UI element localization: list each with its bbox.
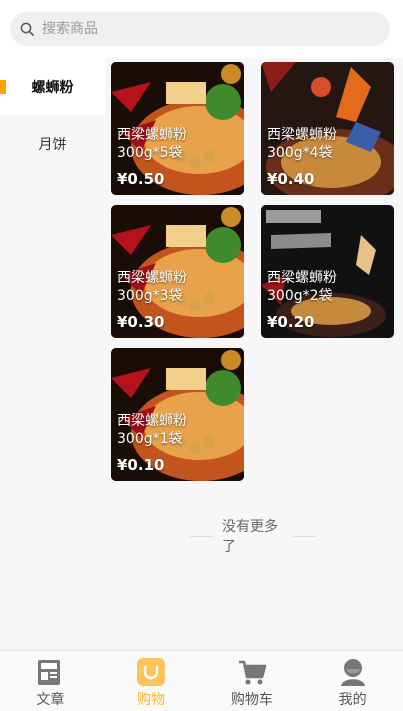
tab-label: 购物车 bbox=[230, 692, 273, 708]
product-title: 西梁螺蛳粉 300g*2袋 bbox=[267, 270, 337, 304]
tab-label: 我的 bbox=[338, 692, 367, 708]
product-title: 西梁螺蛳粉 300g*4袋 bbox=[267, 127, 337, 161]
tab-label: 购物 bbox=[137, 692, 166, 708]
product-price: ¥0.50 bbox=[117, 170, 165, 188]
search-input[interactable] bbox=[40, 20, 364, 38]
product-title: 西梁螺蛳粉 300g*5袋 bbox=[117, 127, 187, 161]
tab-articles[interactable]: 文章 bbox=[0, 651, 101, 711]
tab-bar: 文章 购物 购物车 我的 bbox=[0, 650, 403, 711]
active-indicator bbox=[0, 80, 6, 94]
product-card[interactable]: 西梁螺蛳粉 300g*5袋 ¥0.50 bbox=[111, 62, 244, 195]
sidebar-item-label: 月饼 bbox=[38, 136, 67, 153]
product-title: 西梁螺蛳粉 300g*3袋 bbox=[117, 270, 187, 304]
product-price: ¥0.20 bbox=[267, 313, 315, 331]
product-title: 西梁螺蛳粉 300g*1袋 bbox=[117, 413, 187, 447]
search-icon bbox=[20, 22, 34, 36]
product-card[interactable]: 西梁螺蛳粉 300g*4袋 ¥0.40 bbox=[261, 62, 394, 195]
sidebar-item-label: 螺蛳粉 bbox=[31, 79, 74, 96]
tab-profile[interactable]: 我的 bbox=[302, 651, 403, 711]
product-price: ¥0.10 bbox=[117, 456, 165, 474]
product-card[interactable]: 西梁螺蛳粉 300g*2袋 ¥0.20 bbox=[261, 205, 394, 338]
product-price: ¥0.40 bbox=[267, 170, 315, 188]
shopping-bag-icon bbox=[137, 658, 166, 686]
search-box[interactable] bbox=[10, 12, 390, 46]
tab-shopping[interactable]: 购物 bbox=[101, 651, 202, 711]
sidebar-item-mooncake[interactable]: 月饼 bbox=[0, 115, 105, 172]
sidebar-item-luosifen[interactable]: 螺蛳粉 bbox=[0, 58, 105, 115]
product-price: ¥0.30 bbox=[117, 313, 165, 331]
divider bbox=[292, 535, 316, 537]
user-icon bbox=[340, 659, 365, 686]
cart-icon bbox=[238, 660, 267, 685]
product-card[interactable]: 西梁螺蛳粉 300g*3袋 ¥0.30 bbox=[111, 205, 244, 338]
category-sidebar: 螺蛳粉 月饼 bbox=[0, 58, 105, 650]
product-card[interactable]: 西梁螺蛳粉 300g*1袋 ¥0.10 bbox=[111, 348, 244, 481]
search-bar bbox=[0, 0, 403, 58]
tab-cart[interactable]: 购物车 bbox=[202, 651, 303, 711]
tab-label: 文章 bbox=[36, 692, 65, 708]
no-more-indicator: 没有更多了 bbox=[181, 516, 325, 556]
divider bbox=[190, 535, 214, 537]
no-more-text: 没有更多了 bbox=[222, 519, 279, 555]
newspaper-icon bbox=[38, 660, 61, 685]
